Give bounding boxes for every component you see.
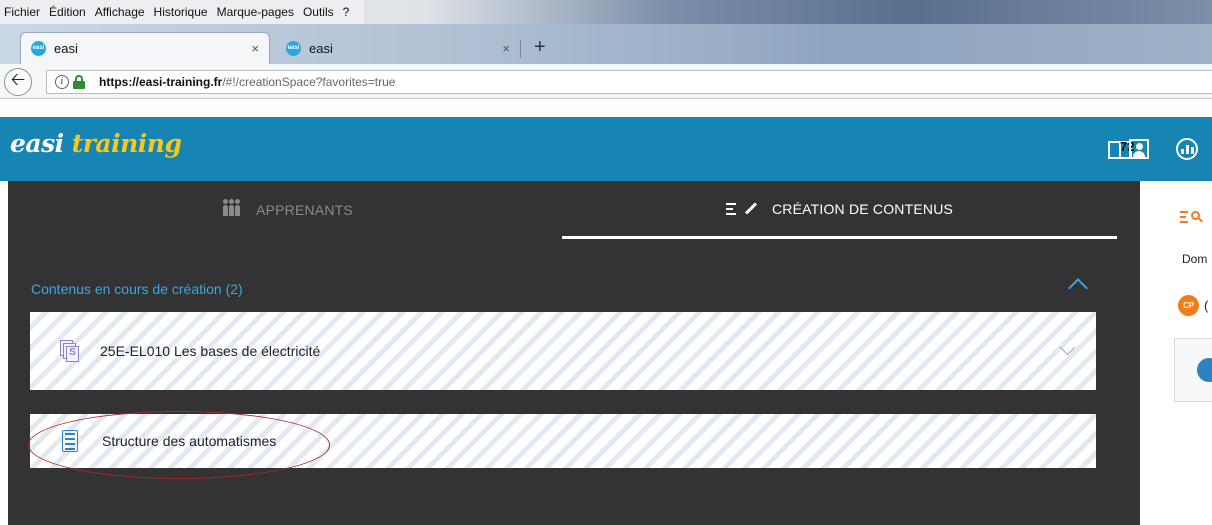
content-title: 25E-EL010 Les bases de électricité [100,343,321,359]
tab-creation-label: CRÉATION DE CONTENUS [771,200,954,217]
badge-label-cut: ( [1204,298,1209,313]
logo-part-easi: easi [10,129,64,158]
easi-favicon-icon: easi [286,40,301,56]
browser-navbar: 🡠 i https://easi-training.fr/#!/creation… [0,64,1212,99]
search-filter-icon[interactable] [1180,209,1206,225]
domain-filter-label: Dom [1182,252,1208,266]
tab-close-icon[interactable]: × [502,41,510,56]
right-side-panel: Dom CP ( [1140,181,1212,525]
content-item[interactable]: Structure des automatismes [30,414,1096,468]
people-group-icon [223,198,241,216]
menu-edition[interactable]: Édition [49,5,86,19]
browser-tabbar: easi easi × easi easi × + [0,24,1212,64]
browser-tab-active[interactable]: easi easi × [20,32,270,64]
url-bar[interactable]: i https://easi-training.fr/#!/creationSp… [46,70,1212,94]
menu-outils[interactable]: Outils [303,5,334,19]
certificate-badge-icon: CP [1178,295,1199,316]
stats-chart-icon[interactable] [1176,138,1198,160]
user-profile-icon[interactable] [1129,139,1149,159]
app-header: easi training 72 [0,117,1212,181]
info-icon[interactable]: i [55,75,69,89]
scorm-package-icon: S [60,340,79,362]
pencil-icon [744,202,757,215]
menu-historique[interactable]: Historique [154,5,208,19]
tab-apprenants-label: APPRENANTS [256,202,353,218]
menu-fichier[interactable]: Fichier [4,5,40,19]
chevron-down-icon[interactable] [1059,339,1076,356]
tab-title: easi [54,41,78,56]
logo-part-training: training [71,129,182,158]
tab-title: easi [309,40,333,56]
lock-icon[interactable] [73,75,85,89]
new-tab-button[interactable]: + [534,36,546,59]
tab-close-icon[interactable]: × [251,41,259,56]
back-button[interactable]: 🡠 [4,68,32,96]
url-text[interactable]: https://easi-training.fr/#!/creationSpac… [99,75,395,89]
url-path: /#!/creationSpace?favorites=true [222,75,396,89]
menu-list: Fichier Édition Affichage Historique Mar… [0,0,365,24]
menu-aide[interactable]: ? [343,5,350,19]
content-title: Structure des automatismes [102,433,277,449]
content-item[interactable]: S 25E-EL010 Les bases de électricité [30,312,1096,390]
menu-affichage[interactable]: Affichage [95,5,145,19]
browser-menubar: Fichier Édition Affichage Historique Mar… [0,0,1212,24]
tab-apprenants[interactable]: APPRENANTS [18,181,558,239]
section-title-in-progress[interactable]: Contenus en cours de création (2) [31,281,243,297]
url-domain: https://easi-training.fr [99,75,223,89]
easi-training-logo[interactable]: easi training [10,129,182,158]
tab-creation-contenus[interactable]: CRÉATION DE CONTENUS [562,181,1117,239]
side-card[interactable] [1174,338,1212,402]
document-list-icon [62,430,78,452]
back-arrow-icon: 🡠 [10,69,26,90]
main-panel: APPRENANTS CRÉATION DE CONTENUS Contenus… [8,181,1140,525]
browser-tab-inactive[interactable]: easi easi × [276,32,520,64]
tab-separator [520,40,521,58]
chevron-up-icon[interactable] [1068,278,1088,298]
menu-marque-pages[interactable]: Marque-pages [217,5,294,19]
section-tabs: APPRENANTS CRÉATION DE CONTENUS [8,181,1140,241]
circle-icon [1197,358,1212,382]
easi-favicon-icon: easi [31,41,46,56]
edit-list-icon [725,202,736,215]
